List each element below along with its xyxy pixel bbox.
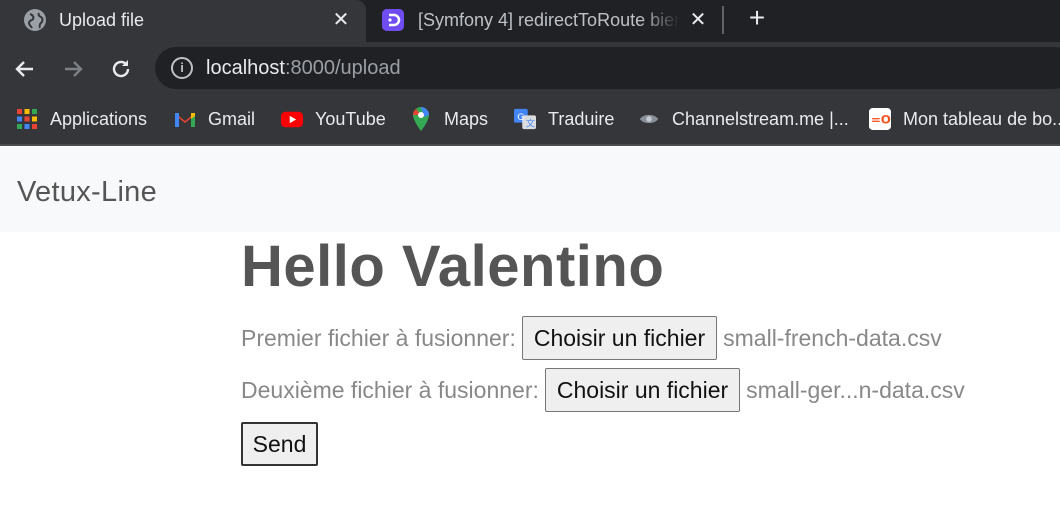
bookmark-label: Traduire	[548, 109, 615, 129]
navbar-brand[interactable]: Vetux-Line	[17, 175, 157, 209]
bookmark-label: Mon tableau de bo...	[903, 109, 1060, 129]
tab-divider	[722, 6, 724, 34]
tab-title: [Symfony 4] redirectToRoute bien	[418, 10, 680, 30]
file2-choose-button[interactable]: Choisir un fichier	[544, 368, 741, 412]
bookmark-label: Gmail	[208, 109, 256, 129]
bookmark-channelstream[interactable]: Channelstream.me |...	[638, 107, 849, 131]
bookmark-label: YouTube	[315, 109, 386, 129]
bookmark-label: Maps	[444, 109, 489, 129]
bookmark-traduire[interactable]: G文 Traduire	[514, 107, 614, 131]
bookmark-gmail[interactable]: Gmail	[174, 107, 255, 131]
address-bar[interactable]: i localhost:8000/upload	[155, 47, 1060, 89]
svg-text:=O: =O	[871, 113, 891, 127]
channelstream-icon	[638, 108, 660, 130]
gmail-icon	[174, 108, 196, 130]
globe-icon	[24, 9, 46, 31]
close-tab-icon[interactable]: ✕	[330, 9, 352, 31]
translate-icon: G文	[514, 108, 536, 130]
close-tab-icon[interactable]: ✕	[687, 9, 709, 31]
svg-text:文: 文	[526, 117, 535, 129]
bookmark-youtube[interactable]: YouTube	[281, 107, 386, 131]
dashboard-icon: =O	[869, 108, 891, 130]
browser-toolbar: i localhost:8000/upload	[0, 42, 1060, 94]
file1-filename: small-french-data.csv	[723, 325, 942, 351]
page-viewport: Vetux-Line Hello Valentino Premier fichi…	[0, 147, 1060, 530]
file2-filename: small-ger...n-data.csv	[746, 377, 965, 403]
bookmark-maps[interactable]: Maps	[410, 107, 488, 131]
maps-icon	[410, 107, 432, 131]
file1-label: Premier fichier à fusionner:	[241, 325, 516, 351]
reload-icon[interactable]	[108, 56, 134, 82]
page-title: Hello Valentino	[241, 234, 665, 299]
bookmarks-bar: Applications Gmail YouTube Maps G文 Tradu…	[0, 94, 1060, 146]
forward-arrow-icon[interactable]	[60, 56, 86, 82]
bookmark-label: Channelstream.me |...	[672, 109, 849, 129]
file2-label: Deuxième fichier à fusionner:	[241, 377, 539, 403]
bookmark-label: Applications	[50, 109, 148, 129]
file2-row: Deuxième fichier à fusionner: Choisir un…	[241, 368, 965, 412]
bookmark-tableau[interactable]: =O Mon tableau de bo...	[869, 107, 1060, 131]
send-button[interactable]: Send	[241, 422, 318, 466]
tab-strip: Upload file ✕ [Symfony 4] redirectToRout…	[0, 0, 1060, 42]
file1-row: Premier fichier à fusionner: Choisir un …	[241, 316, 942, 360]
discord-like-icon	[382, 9, 404, 31]
svg-text:G: G	[517, 112, 524, 123]
youtube-icon	[281, 108, 303, 130]
tab-upload-file[interactable]: Upload file ✕	[0, 0, 366, 42]
file1-choose-button[interactable]: Choisir un fichier	[521, 316, 718, 360]
site-navbar: Vetux-Line	[0, 147, 1060, 232]
site-info-icon[interactable]: i	[171, 57, 193, 79]
url-path: :8000/upload	[284, 57, 401, 79]
new-tab-button[interactable]: +	[744, 4, 770, 32]
url-text[interactable]: localhost:8000/upload	[206, 57, 401, 79]
tab-symfony[interactable]: [Symfony 4] redirectToRoute bien ✕	[368, 0, 720, 42]
url-host: localhost	[206, 57, 285, 79]
tab-title: Upload file	[59, 10, 145, 30]
apps-grid-icon	[16, 108, 38, 130]
back-arrow-icon[interactable]	[12, 56, 38, 82]
bookmark-applications[interactable]: Applications	[16, 107, 147, 131]
